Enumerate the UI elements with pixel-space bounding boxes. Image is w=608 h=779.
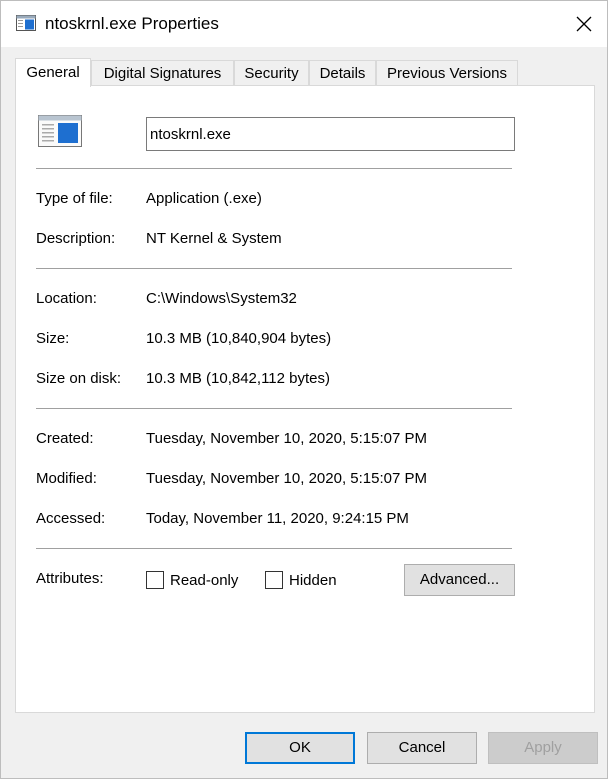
cancel-button[interactable]: Cancel (367, 732, 477, 764)
file-name-field[interactable] (146, 117, 515, 151)
modified-label: Modified: (36, 470, 97, 487)
read-only-label[interactable]: Read-only (170, 572, 238, 589)
hidden-checkbox[interactable] (265, 571, 283, 589)
window-app-icon (16, 15, 36, 31)
tab-security[interactable]: Security (234, 60, 309, 86)
advanced-button[interactable]: Advanced... (404, 564, 515, 596)
apply-button[interactable]: Apply (488, 732, 598, 764)
location-label: Location: (36, 290, 97, 307)
window-title: ntoskrnl.exe Properties (45, 14, 219, 33)
separator (36, 168, 512, 169)
location-value: C:\Windows\System32 (146, 290, 297, 307)
accessed-value: Today, November 11, 2020, 9:24:15 PM (146, 510, 409, 527)
separator (36, 408, 512, 409)
general-tab-panel: Type of file: Application (.exe) Descrip… (15, 85, 595, 713)
accessed-label: Accessed: (36, 510, 106, 527)
hidden-label[interactable]: Hidden (289, 572, 337, 589)
description-label: Description: (36, 230, 116, 247)
tab-digital-signatures[interactable]: Digital Signatures (91, 60, 234, 86)
tab-previous-versions[interactable]: Previous Versions (376, 60, 518, 86)
read-only-checkbox[interactable] (146, 571, 164, 589)
size-on-disk-value: 10.3 MB (10,842,112 bytes) (146, 370, 330, 387)
tab-general[interactable]: General (15, 58, 91, 87)
type-of-file-value: Application (.exe) (146, 190, 262, 207)
tab-details[interactable]: Details (309, 60, 376, 86)
ok-button[interactable]: OK (245, 732, 355, 764)
separator (36, 268, 512, 269)
application-file-icon (38, 115, 82, 147)
close-button[interactable] (561, 1, 607, 47)
attributes-label: Attributes: (36, 570, 104, 587)
created-value: Tuesday, November 10, 2020, 5:15:07 PM (146, 430, 427, 447)
separator (36, 548, 512, 549)
title-bar[interactable]: ntoskrnl.exe Properties (1, 1, 607, 47)
modified-value: Tuesday, November 10, 2020, 5:15:07 PM (146, 470, 427, 487)
size-on-disk-label: Size on disk: (36, 370, 122, 387)
properties-dialog: ntoskrnl.exe Properties General Digital … (0, 0, 608, 779)
type-of-file-label: Type of file: (36, 190, 113, 207)
created-label: Created: (36, 430, 94, 447)
close-icon (576, 16, 592, 32)
size-label: Size: (36, 330, 70, 347)
description-value: NT Kernel & System (146, 230, 282, 247)
size-value: 10.3 MB (10,840,904 bytes) (146, 330, 332, 347)
